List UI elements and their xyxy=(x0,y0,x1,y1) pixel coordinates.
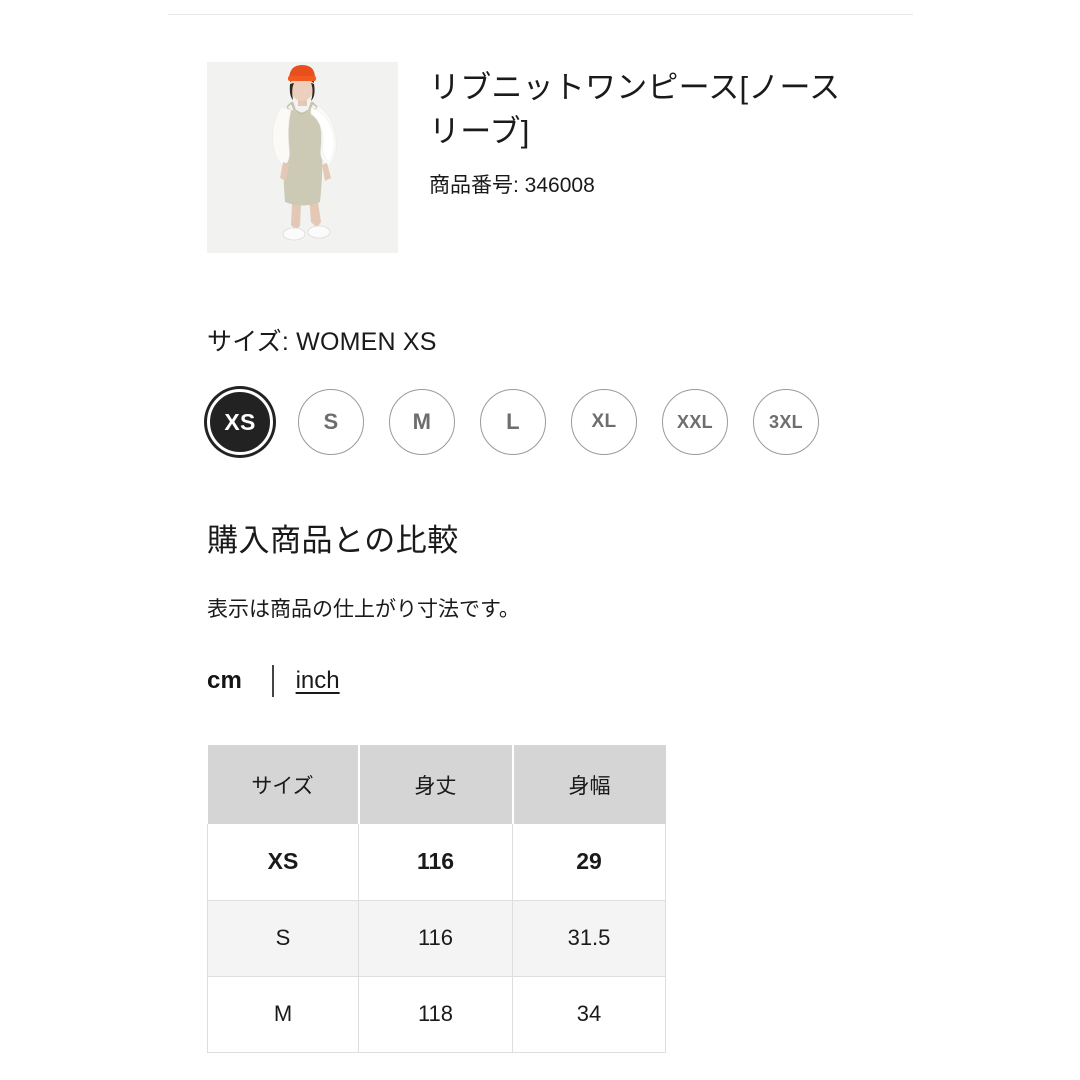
size-chart-page: リブニットワンピース[ノースリーブ] 商品番号: 346008 サイズ: WOM… xyxy=(0,0,1080,1080)
size-option-3xl[interactable]: 3XL xyxy=(753,389,819,455)
cell-length: 116 xyxy=(358,824,513,901)
cell-width: 31.5 xyxy=(512,900,666,977)
cell-size: XS xyxy=(207,824,359,901)
unit-cm-button[interactable]: cm xyxy=(207,667,242,695)
table-row: S 116 31.5 xyxy=(207,900,666,977)
comparison-note: 表示は商品の仕上がり寸法です。 xyxy=(207,598,520,621)
product-meta: リブニットワンピース[ノースリーブ] 商品番号: 346008 xyxy=(429,62,879,199)
table-header-row: サイズ 身丈 身幅 xyxy=(207,745,666,824)
size-option-xs[interactable]: XS xyxy=(207,389,273,455)
top-divider xyxy=(168,14,913,15)
column-header-length: 身丈 xyxy=(358,745,514,824)
comparison-heading: 購入商品との比較 xyxy=(207,523,459,558)
size-option-s[interactable]: S xyxy=(298,389,364,455)
product-thumbnail[interactable] xyxy=(207,62,398,253)
vertical-scrollbar-track[interactable] xyxy=(899,0,908,1080)
cell-length: 118 xyxy=(358,976,513,1053)
product-thumbnail-image xyxy=(207,62,398,253)
cell-width: 34 xyxy=(512,976,666,1053)
cell-size: S xyxy=(207,900,359,977)
product-number: 商品番号: 346008 xyxy=(429,174,595,198)
size-option-l[interactable]: L xyxy=(480,389,546,455)
size-option-xl[interactable]: XL xyxy=(571,389,637,455)
product-title: リブニットワンピース[ノースリーブ] xyxy=(429,70,841,150)
unit-toggle: cm inch xyxy=(207,662,340,700)
unit-inch-button[interactable]: inch xyxy=(296,667,340,695)
size-option-xxl[interactable]: XXL xyxy=(662,389,728,455)
selected-size-label: サイズ: WOMEN XS xyxy=(207,328,437,356)
size-measurement-table: サイズ 身丈 身幅 XS 116 29 S 116 31.5 M 118 34 xyxy=(207,745,666,1053)
size-option-list: XS S M L XL XXL 3XL xyxy=(207,389,819,455)
column-header-size: サイズ xyxy=(207,745,360,824)
unit-divider xyxy=(272,665,274,697)
product-header: リブニットワンピース[ノースリーブ] 商品番号: 346008 xyxy=(207,62,879,253)
cell-width: 29 xyxy=(512,824,666,901)
size-option-m[interactable]: M xyxy=(389,389,455,455)
cell-size: M xyxy=(207,976,359,1053)
column-header-width: 身幅 xyxy=(512,745,666,824)
cell-length: 116 xyxy=(358,900,513,977)
table-row: XS 116 29 xyxy=(207,824,666,901)
table-row: M 118 34 xyxy=(207,976,666,1053)
